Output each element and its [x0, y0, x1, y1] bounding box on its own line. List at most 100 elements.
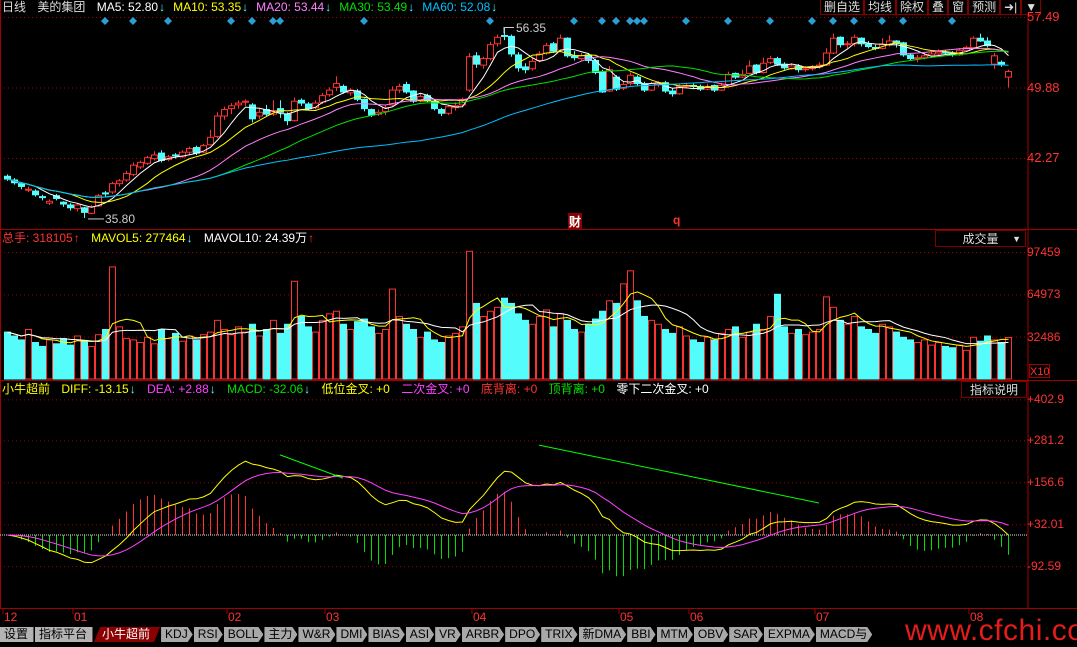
volume-bar [130, 339, 137, 380]
month-label: 12 [4, 610, 18, 624]
volume-bar [165, 338, 172, 380]
volume-bar [529, 323, 536, 380]
volume-bar [844, 323, 851, 380]
volume-bar [1005, 337, 1012, 380]
candle-body [368, 109, 375, 116]
volume-bar [375, 332, 382, 380]
price-tick-label: 57.49 [1027, 9, 1060, 24]
candle-body [186, 147, 193, 153]
volume-bar [816, 328, 823, 380]
candle-body [172, 154, 179, 157]
candle-body [522, 66, 529, 71]
volume-bar [312, 331, 319, 380]
volume-bar [879, 323, 886, 380]
tab-9[interactable]: BIAS [368, 627, 404, 642]
volume-bar [809, 331, 816, 380]
tab-1[interactable]: 指标平台 [35, 627, 94, 642]
toolbar-button[interactable]: 均线 [864, 0, 897, 15]
volume-tick-label: 64973 [1027, 287, 1061, 302]
volume-bar [256, 335, 263, 380]
macd-tick-label: +32.01 [1027, 517, 1065, 532]
toolbar-button[interactable]: ➜| [1000, 0, 1022, 15]
candle-body [284, 113, 291, 122]
candle-body [221, 109, 228, 117]
tab-14[interactable]: TRIX [541, 627, 577, 642]
tab-16[interactable]: BBI [627, 627, 655, 642]
toolbar-button[interactable]: 窗 [948, 0, 969, 15]
indicator-dropdown[interactable]: 成交量 ▼ [935, 230, 1026, 247]
event-diamond-marker [682, 17, 690, 25]
volume-bar [11, 335, 18, 380]
volume-bar [487, 310, 494, 380]
volume-bar [361, 318, 368, 380]
volume-bar [221, 328, 228, 380]
arrow-up-icon: ↑ [73, 231, 80, 245]
volume-tick-label: 97459 [1027, 245, 1061, 259]
candle-body [669, 90, 676, 95]
tab-15[interactable]: 新DMA [579, 627, 627, 642]
candle-body [438, 109, 445, 114]
tab-20[interactable]: EXPMA [764, 627, 815, 642]
toolbar-button[interactable]: 叠 [928, 0, 949, 15]
volume-bar [277, 332, 284, 380]
volume-bar [711, 339, 718, 380]
event-diamond-marker [948, 17, 956, 25]
arrow-down-icon: ↓ [491, 0, 498, 14]
candle-body [613, 76, 620, 90]
volume-bar [410, 328, 417, 380]
candle-body [340, 85, 347, 93]
volume-bar [676, 326, 683, 380]
tab-0[interactable]: 设置 [0, 627, 35, 642]
event-diamond-marker [899, 17, 907, 25]
toolbar-button[interactable]: 除权 [896, 0, 929, 15]
volume-bar [368, 326, 375, 380]
indicator-explain-button[interactable]: 指标说明 [961, 381, 1027, 398]
candle-body [396, 85, 403, 91]
candle-body [123, 172, 130, 181]
tab-12[interactable]: ARBR [462, 627, 504, 642]
event-diamond-marker [227, 17, 235, 25]
tab-21[interactable]: MACD与 [816, 627, 872, 642]
tab-13[interactable]: DPO [505, 627, 540, 642]
tab-19[interactable]: SAR [729, 627, 763, 642]
volume-scale-label: X10 [1029, 364, 1050, 378]
volume-bar [228, 334, 235, 380]
tab-2[interactable]: 小牛超前 [94, 627, 160, 642]
volume-bar [655, 323, 662, 380]
high-price-label: 56.35 [516, 20, 547, 35]
tab-8[interactable]: DMI [336, 627, 367, 642]
candle-body [249, 104, 256, 120]
tab-11[interactable]: VR [435, 627, 461, 642]
tab-17[interactable]: MTM [657, 627, 693, 642]
volume-bar [557, 313, 564, 380]
volume-bar [606, 300, 613, 380]
tab-18[interactable]: OBV [694, 627, 728, 642]
tab-10[interactable]: ASI [406, 627, 434, 642]
tab-3[interactable]: KDJ [161, 627, 193, 642]
volume-bar [284, 323, 291, 380]
volume-bar [445, 335, 452, 380]
toolbar-button[interactable]: 删自选 [820, 0, 865, 15]
volume-bar [823, 296, 830, 380]
volume-bar [60, 338, 67, 380]
ma-legend-item: MA5: 52.80 [96, 0, 159, 14]
macd-tick-label: -92.59 [1027, 559, 1062, 574]
volume-bar [571, 328, 578, 380]
event-diamond-marker [766, 17, 774, 25]
volume-bar [592, 318, 599, 380]
tab-5[interactable]: BOLL [224, 627, 264, 642]
volume-bar [249, 323, 256, 380]
volume-bar [697, 342, 704, 380]
candle-body [88, 206, 95, 214]
volume-bar [39, 345, 46, 380]
volume-bar [872, 332, 879, 380]
tab-6[interactable]: 主力 [264, 627, 297, 642]
tab-4[interactable]: RSI [194, 627, 223, 642]
volume-bar [550, 326, 557, 380]
volume-bar [214, 319, 221, 380]
tab-7[interactable]: W&R [298, 627, 335, 642]
stock-chart[interactable] [0, 0, 1077, 642]
volume-bar [438, 342, 445, 380]
event-diamond-marker [486, 17, 494, 25]
toolbar-button[interactable]: 预测 [968, 0, 1001, 15]
